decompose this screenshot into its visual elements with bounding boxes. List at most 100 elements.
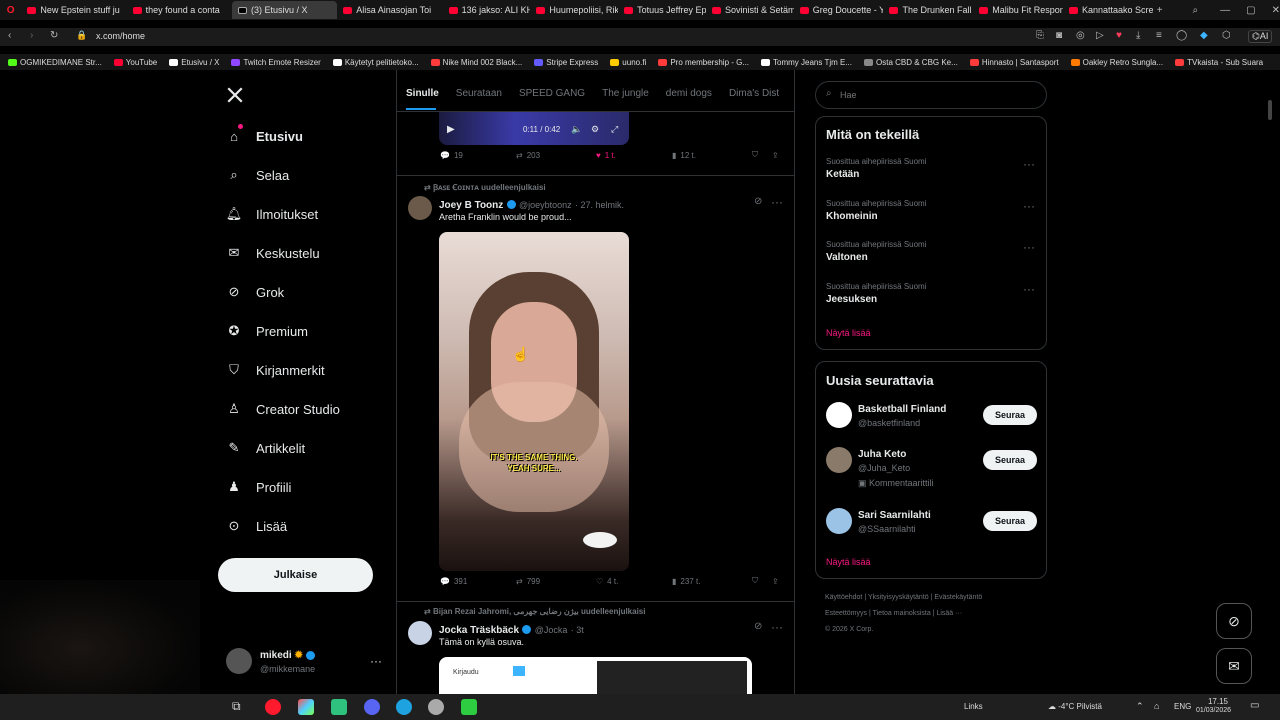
- play-icon[interactable]: ▷: [1096, 30, 1104, 41]
- discord-taskbar-icon[interactable]: [364, 699, 380, 715]
- author-handle[interactable]: @Jocka: [535, 625, 568, 635]
- browser-tab[interactable]: they found a conta: [127, 1, 232, 19]
- browser-tab[interactable]: Greg Doucette - Yo: [794, 1, 883, 19]
- footer-link[interactable]: © 2026 X Corp.: [825, 626, 873, 633]
- edge-taskbar-icon[interactable]: [396, 699, 412, 715]
- sidebar-item-kirjanmerkit[interactable]: ⛉ Kirjanmerkit: [226, 360, 325, 380]
- menu-icon[interactable]: ≡: [1156, 30, 1162, 41]
- close-window-icon[interactable]: ✕: [1272, 5, 1280, 16]
- browser-tab[interactable]: Huumepoliisi, Riko: [530, 1, 618, 19]
- search-input[interactable]: [838, 86, 1028, 104]
- bookmark-item[interactable]: Tommy Jeans Tjm E...: [761, 58, 852, 67]
- opera-taskbar-icon[interactable]: [265, 699, 281, 715]
- bookmark-item[interactable]: Etusivu / X: [169, 58, 219, 67]
- author-name[interactable]: Jocka Träskbäck: [439, 625, 519, 636]
- network-icon[interactable]: ⌂: [1154, 701, 1159, 711]
- reply-button[interactable]: 💬 391: [440, 577, 467, 586]
- camera-icon[interactable]: ◙: [1056, 30, 1062, 41]
- search-tabs-icon[interactable]: ⌕: [1193, 5, 1199, 16]
- sidebar-item-premium[interactable]: ✪ Premium: [226, 321, 308, 341]
- suggested-user-name[interactable]: Basketball Finland: [858, 404, 946, 415]
- shield-icon[interactable]: ◎: [1076, 30, 1085, 41]
- repost-button[interactable]: ⇄ 799: [516, 577, 540, 586]
- sidebar-item-creator-studio[interactable]: ♙ Creator Studio: [226, 399, 340, 419]
- reply-button[interactable]: 💬 19: [440, 151, 463, 160]
- more-dots-icon[interactable]: ···: [370, 654, 382, 668]
- avatar[interactable]: [826, 402, 852, 428]
- steam-taskbar-icon[interactable]: [428, 699, 444, 715]
- footer-link[interactable]: Evästekäytäntö: [934, 594, 982, 601]
- like-button[interactable]: ♡ 4 t.: [596, 577, 618, 586]
- url-field[interactable]: x.com/home: [96, 31, 145, 41]
- sidebar-item-keskustelu[interactable]: ✉ Keskustelu: [226, 243, 320, 263]
- repost-button[interactable]: ⇄ 203: [516, 151, 540, 160]
- browser-tab[interactable]: 136 jakso: ALI KHAN: [443, 1, 530, 19]
- app-taskbar-icon[interactable]: [298, 699, 314, 715]
- like-button[interactable]: ♥ 1 t.: [596, 151, 616, 160]
- search-box[interactable]: ⌕: [815, 81, 1047, 109]
- show-more-link[interactable]: Näytä lisää: [826, 557, 871, 567]
- heart-icon[interactable]: ♥: [1116, 30, 1122, 41]
- tab-sinulle[interactable]: Sinulle: [406, 88, 439, 99]
- video-player[interactable]: ▶ 0:11 / 0:42 🔈 ⚙ ⤢: [439, 112, 629, 145]
- extension-icon[interactable]: ◆: [1200, 30, 1208, 41]
- browser-tab[interactable]: Malibu Fit Respond: [973, 1, 1063, 19]
- trend-name[interactable]: Ketään: [826, 169, 859, 180]
- settings-icon[interactable]: ⚙: [591, 124, 599, 135]
- post-date[interactable]: · 3t: [571, 625, 584, 635]
- share-button[interactable]: ⇪: [772, 151, 779, 160]
- suggested-user-handle[interactable]: @basketfinland: [858, 418, 920, 428]
- post-video[interactable]: IT'S THE SAME THING. YEAH SURE...: [439, 232, 629, 571]
- spotify-like-taskbar-icon[interactable]: [331, 699, 347, 715]
- reload-icon[interactable]: ↻: [50, 30, 58, 41]
- post-button[interactable]: Julkaise: [218, 558, 373, 592]
- bookmark-item[interactable]: Twitch Emote Resizer: [231, 58, 321, 67]
- bookmark-button[interactable]: ⛉: [752, 576, 758, 586]
- avatar[interactable]: [826, 447, 852, 473]
- download-icon[interactable]: ⤓: [1136, 30, 1140, 41]
- clock-date[interactable]: 01/03/2026: [1196, 707, 1231, 714]
- grok-icon[interactable]: ⊘: [754, 621, 762, 632]
- follow-button[interactable]: Seuraa: [983, 450, 1037, 470]
- fullscreen-icon[interactable]: ⤢: [611, 124, 618, 135]
- tab-demi-dogs[interactable]: demi dogs: [666, 88, 712, 99]
- bookmark-item[interactable]: Stripe Express: [534, 58, 598, 67]
- weather-widget[interactable]: ☁ -4°C Pilvistä: [1048, 702, 1102, 711]
- trend-name[interactable]: Valtonen: [826, 252, 868, 263]
- bookmark-button[interactable]: ⛉: [752, 150, 758, 160]
- more-dots-icon[interactable]: ···: [1023, 157, 1035, 171]
- suggested-user-handle[interactable]: @Juha_Keto: [858, 463, 910, 473]
- browser-tab[interactable]: Sovinisti & Setämi: [706, 1, 794, 19]
- browser-tab[interactable]: Alisa Ainasojan Toi: [337, 1, 442, 19]
- sidebar-item-profiili[interactable]: ♟ Profiili: [226, 477, 291, 497]
- notification-icon[interactable]: ▭: [1250, 700, 1259, 711]
- bookmark-item[interactable]: Pro membership - G...: [658, 58, 749, 67]
- sidebar-item-selaa[interactable]: ⌕ Selaa: [226, 165, 289, 185]
- tab-the-jungle[interactable]: The jungle: [602, 88, 649, 99]
- bookmark-item[interactable]: Käytetyt pelitietoko...: [332, 58, 419, 67]
- cube-icon[interactable]: ⬡: [1222, 30, 1231, 41]
- browser-tab[interactable]: The Drunken Fall of: [883, 1, 973, 19]
- suggested-user-name[interactable]: Juha Keto: [858, 449, 906, 460]
- trend-name[interactable]: Jeesuksen: [826, 294, 877, 305]
- browser-tab[interactable]: Totuus Jeffrey Epste: [618, 1, 706, 19]
- clock-time[interactable]: 17.15: [1198, 697, 1238, 706]
- sidebar-item-ilmoitukset[interactable]: 🔔︎ Ilmoitukset: [226, 204, 318, 224]
- account-switcher[interactable]: mikedi ✹ @mikkemane ···: [226, 648, 386, 678]
- post-date[interactable]: · 27. helmik.: [575, 200, 624, 210]
- messages-float-button[interactable]: ✉: [1216, 648, 1252, 684]
- bookmark-item[interactable]: Nike Mind 002 Black...: [430, 58, 522, 67]
- tab-dimas-dist[interactable]: Dima's Dist: [729, 88, 779, 99]
- views-button[interactable]: ▮ 237 t.: [672, 577, 700, 586]
- bookmark-item[interactable]: uuno.fi: [610, 58, 646, 67]
- bookmark-item[interactable]: OGMIKEDIMANE Str...: [8, 58, 102, 67]
- tab-seurataan[interactable]: Seurataan: [456, 88, 502, 99]
- task-view-icon[interactable]: ⧉: [232, 699, 241, 714]
- footer-link[interactable]: Käyttöehdot: [825, 594, 862, 601]
- footer-link[interactable]: Lisää ···: [936, 610, 962, 617]
- volume-icon[interactable]: 🔈: [571, 124, 582, 135]
- suggested-user-name[interactable]: Sari Saarnilahti: [858, 510, 931, 521]
- opera-logo-icon[interactable]: O: [0, 5, 21, 16]
- grok-float-button[interactable]: ⊘: [1216, 603, 1252, 639]
- avatar[interactable]: [408, 621, 432, 645]
